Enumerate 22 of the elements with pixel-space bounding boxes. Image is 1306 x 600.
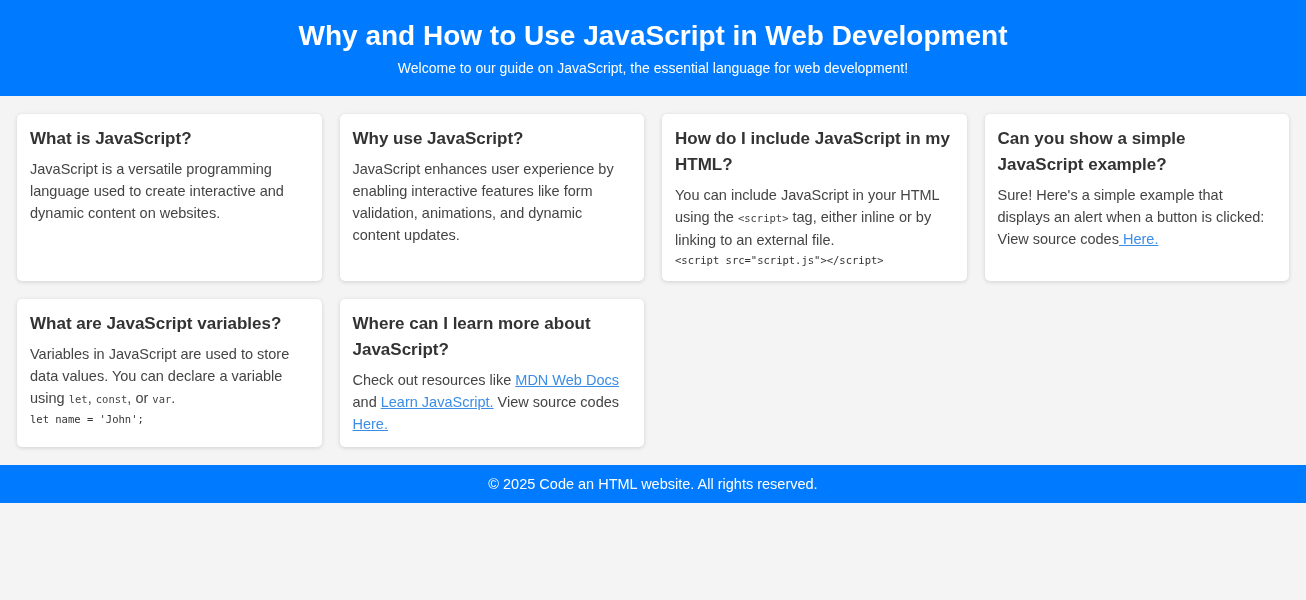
paragraph: JavaScript is a versatile programming language used to create interactive and dynamic content on websites. — [30, 160, 285, 223]
page-title: Why and How to Use JavaScript in Web Development — [298, 20, 1008, 52]
page-subtitle: Welcome to our guide on JavaScript, the essential language for web development! — [397, 60, 909, 76]
card-title: Where can I learn more about JavaScript? — [352, 313, 592, 361]
link[interactable]: MDN Web Docs — [515, 372, 619, 388]
link[interactable]: Learn JavaScript. — [380, 394, 494, 410]
paragraph: JavaScript enhances user experience by enabling interactive features like form validation, animations, and dynamic content updates. — [352, 160, 615, 245]
code-snippet: <script src="script.js"></script> — [675, 253, 884, 268]
link[interactable]: Here. — [352, 416, 388, 432]
card-title: Can you show a simple JavaScript example? — [997, 128, 1187, 176]
card-title: Why use JavaScript? — [352, 128, 525, 150]
card-title: What are JavaScript variables? — [30, 313, 283, 335]
code-snippet: let name = 'John'; — [30, 412, 144, 427]
copyright-text: © 2025 Code an HTML website. All rights reserved. — [488, 476, 818, 492]
paragraph: Variables in JavaScript are used to store data values. You can declare a variable using let, const, or var. — [30, 345, 291, 408]
paragraph: Check out resources like MDN Web Docs and Learn JavaScript. View source codes Here. — [352, 371, 621, 434]
card-title: How do I include JavaScript in my HTML? — [675, 128, 951, 176]
paragraph: You can include JavaScript in your HTML using the <script> tag, either inline or by linking to an external file. — [675, 186, 941, 250]
card-title: What is JavaScript? — [30, 128, 193, 150]
paragraph: Sure! Here's a simple example that displays an alert when a button is clicked: — [997, 186, 1266, 227]
link[interactable]: Here. — [1118, 231, 1159, 247]
paragraph: View source codes Here. — [997, 230, 1160, 249]
